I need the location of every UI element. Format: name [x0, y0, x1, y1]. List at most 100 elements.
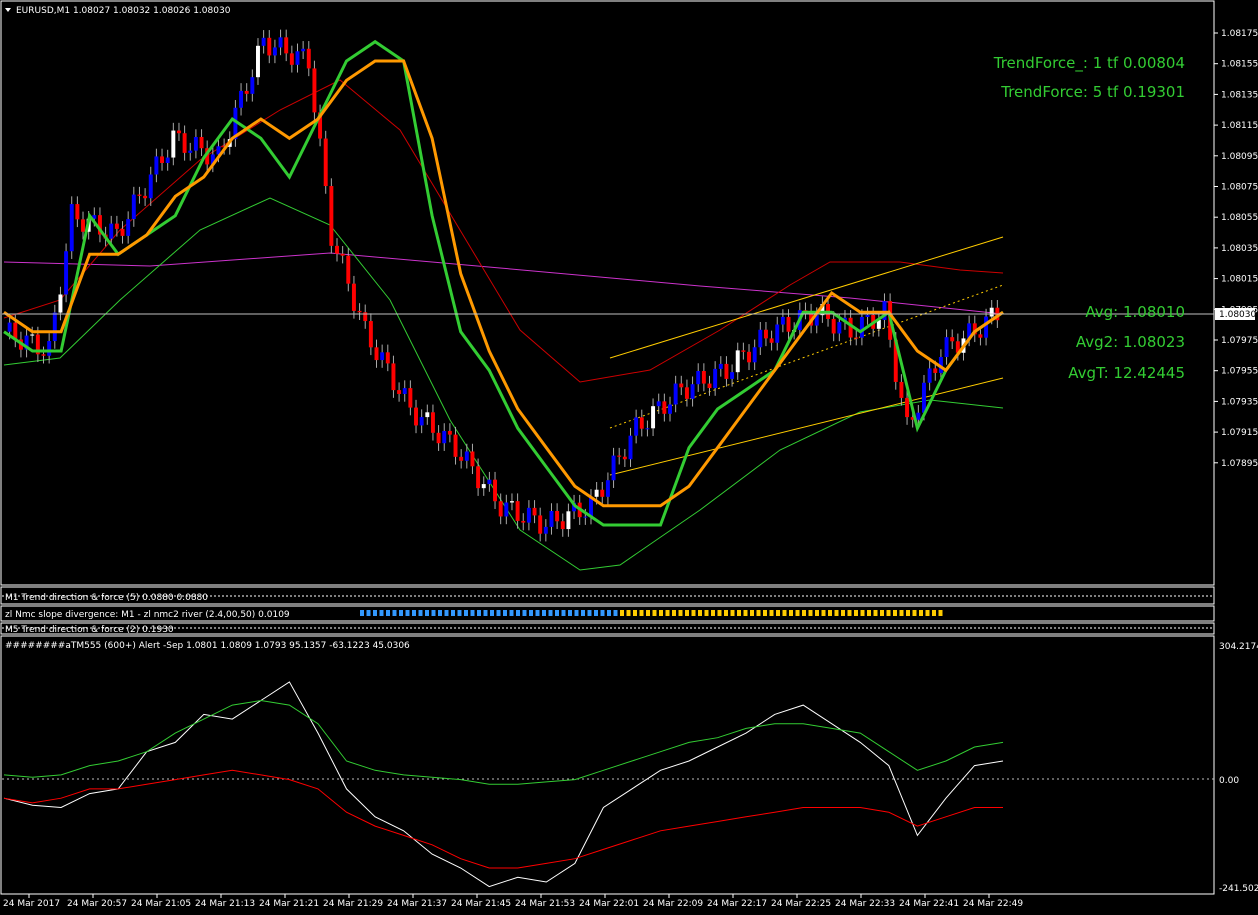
candle-body	[351, 283, 356, 311]
zl-nmc-bar	[477, 610, 481, 616]
zl-nmc-bar	[665, 610, 670, 616]
zl-nmc-bar	[464, 610, 468, 616]
candle-body	[984, 316, 989, 338]
avg-text: Avg: 1.08010	[1085, 303, 1185, 321]
candle-body	[922, 382, 926, 413]
time-tick-label: 24 Mar 21:45	[451, 899, 511, 909]
zl-nmc-bar	[379, 610, 384, 616]
avg2-text: Avg2: 1.08023	[1076, 333, 1185, 351]
candle-body	[690, 384, 695, 399]
candle-body	[662, 401, 667, 414]
candle-body	[256, 45, 260, 78]
candle-body	[532, 507, 537, 516]
candle-body	[865, 314, 870, 317]
candle-body	[628, 435, 633, 460]
price-tick-label: 1.07895	[1221, 459, 1258, 469]
zl-nmc-bar	[574, 610, 579, 616]
candle-body	[724, 363, 729, 379]
zl-nmc-bar	[841, 610, 845, 616]
m5-trend-label: M5 Trend direction & force (2) 0.1930	[5, 625, 174, 635]
candle-body	[718, 363, 723, 369]
candle-body	[899, 381, 904, 398]
zl-nmc-bar	[815, 610, 819, 616]
zl-nmc-bar	[808, 610, 813, 616]
zl-nmc-bar	[529, 610, 533, 616]
candle-body	[837, 322, 842, 334]
candle-body	[120, 228, 125, 236]
zl-nmc-bar	[743, 610, 748, 616]
candle-body	[182, 133, 187, 153]
candle-body	[143, 195, 148, 199]
zl-nmc-bar	[392, 610, 397, 616]
zl-nmc-bar	[867, 610, 871, 616]
zl-nmc-bar	[535, 610, 540, 616]
zl-nmc-bar	[412, 610, 416, 616]
zl-nmc-bar	[431, 610, 436, 616]
zl-nmc-bar	[646, 610, 650, 616]
candle-body	[758, 329, 763, 348]
osc-zero-label: 0.00	[1219, 776, 1239, 786]
candle-body	[250, 77, 255, 94]
candle-body	[978, 334, 983, 338]
zl-nmc-bar	[724, 610, 728, 616]
zl-nmc-bar	[873, 610, 878, 616]
candle-body	[476, 466, 481, 489]
candle-body	[368, 321, 373, 348]
zl-nmc-bar	[691, 610, 696, 616]
zl-nmc-bar	[418, 610, 423, 616]
candle-body	[854, 337, 859, 339]
candle-body	[380, 352, 385, 361]
zl-nmc-bar	[496, 610, 501, 616]
candle-body	[244, 90, 249, 94]
zl-nmc-bar	[802, 610, 806, 616]
candle-body	[425, 412, 430, 418]
zl-nmc-bar	[509, 610, 514, 616]
zl-nmc-bar	[912, 610, 917, 616]
candle-body	[329, 186, 334, 246]
candle-body	[154, 156, 159, 175]
time-tick-label: 24 Mar 22:17	[707, 899, 767, 909]
candle-body	[165, 157, 170, 163]
time-tick-label: 24 Mar 21:13	[195, 899, 255, 909]
candle-body	[594, 489, 599, 497]
osc-bottom-label: -241.5024	[1219, 884, 1258, 894]
candle-body	[193, 136, 198, 151]
candle-body	[109, 223, 114, 239]
zl-nmc-bar	[717, 610, 722, 616]
candle-body	[301, 48, 306, 52]
candle-body	[374, 347, 379, 361]
price-tick-label: 1.08015	[1221, 275, 1258, 285]
tm555-label: ########aTM555 (600+) Alert -Sep 1.0801 …	[5, 641, 410, 651]
current-price-label: 1.08030	[1219, 310, 1256, 320]
candle-body	[239, 90, 244, 108]
zl-nmc-bar	[925, 610, 930, 616]
zl-nmc-bar	[366, 610, 371, 616]
zl-nmc-bar	[633, 610, 637, 616]
zl-nmc-bar	[438, 610, 442, 616]
zl-nmc-label: zl Nmc slope divergence: M1 - zl nmc2 ri…	[5, 610, 290, 620]
zl-nmc-bar	[737, 610, 741, 616]
time-tick-label: 24 Mar 21:37	[387, 899, 447, 909]
osc-top-label: 304.2174	[1219, 642, 1258, 652]
chart-stage: EURUSD,M1 1.08027 1.08032 1.08026 1.0803…	[0, 0, 1258, 909]
candle-body	[278, 37, 283, 48]
zl-nmc-bar	[425, 610, 429, 616]
candle-body	[617, 455, 622, 457]
zl-nmc-bar	[893, 610, 897, 616]
zl-nmc-bar	[594, 610, 598, 616]
candle-body	[408, 388, 413, 408]
zl-nmc-bar	[626, 610, 631, 616]
zl-nmc-bar	[607, 610, 611, 616]
candle-body	[560, 521, 565, 530]
zl-nmc-bar	[600, 610, 605, 616]
candle-body	[780, 316, 785, 325]
candle-body	[58, 294, 63, 313]
zl-nmc-bar	[685, 610, 689, 616]
candle-body	[521, 520, 526, 523]
price-tick-label: 1.08115	[1221, 121, 1258, 131]
candle-body	[696, 371, 701, 385]
candle-body	[481, 484, 486, 489]
price-tick-label: 1.08135	[1221, 90, 1258, 100]
price-tick-label: 1.07915	[1221, 428, 1258, 438]
candle-body	[64, 251, 69, 295]
